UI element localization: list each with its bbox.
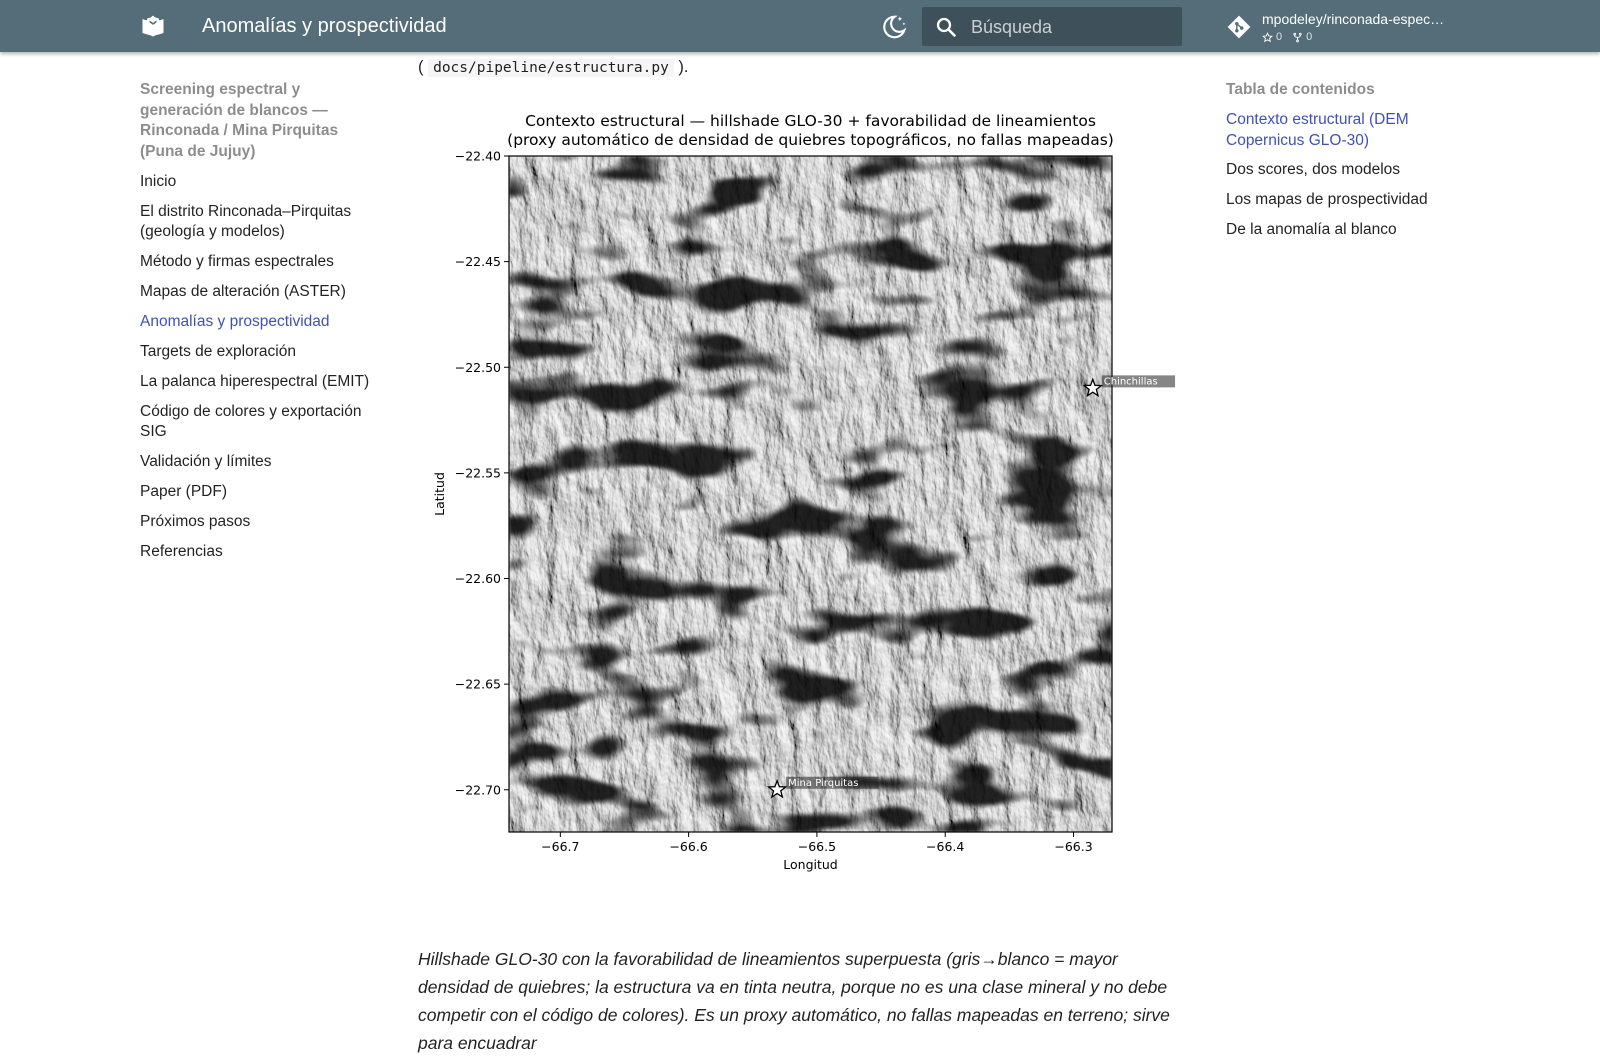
- nav-item-anomalias[interactable]: Anomalías y prospectividad: [140, 312, 380, 333]
- x-axis-label: Longitud: [783, 857, 837, 872]
- nav-list: Inicio El distrito Rinconada–Pirquitas (…: [140, 172, 380, 562]
- nav-item-codigo-colores[interactable]: Código de colores y exportación SIG: [140, 402, 380, 443]
- y-tick-label: −22.55: [455, 465, 501, 480]
- repo-facts: 0 0: [1262, 30, 1312, 44]
- site-label: Chinchillas: [1104, 376, 1158, 387]
- toc-item-contexto[interactable]: Contexto estructural (DEM Copernicus GLO…: [1226, 110, 1466, 151]
- star-icon: [1262, 31, 1273, 42]
- nav-item-mapas-alteracion[interactable]: Mapas de alteración (ASTER): [140, 282, 380, 303]
- y-tick-label: −22.50: [455, 360, 501, 375]
- code-prefix: (: [418, 58, 424, 76]
- table-of-contents: Tabla de contenidos Contexto estructural…: [1226, 80, 1466, 250]
- y-axis-label: Latitud: [432, 472, 447, 516]
- nav-item-validacion[interactable]: Validación y límites: [140, 452, 380, 473]
- toc-item-dos-scores[interactable]: Dos scores, dos modelos: [1226, 160, 1466, 181]
- repo-forks: 0: [1292, 30, 1312, 44]
- repo-stars: 0: [1262, 30, 1282, 44]
- repo-name: mpodeley/rinconada-espec…: [1262, 11, 1445, 27]
- nav-item-paper[interactable]: Paper (PDF): [140, 482, 380, 503]
- toc-item-mapas[interactable]: Los mapas de prospectividad: [1226, 190, 1466, 211]
- toc-list: Contexto estructural (DEM Copernicus GLO…: [1226, 110, 1466, 241]
- toc-title: Tabla de contenidos: [1226, 81, 1375, 98]
- nav-item-inicio[interactable]: Inicio: [140, 172, 380, 193]
- fork-icon: [1293, 32, 1302, 42]
- nav-item-distrito[interactable]: El distrito Rinconada–Pirquitas (geologí…: [140, 202, 380, 243]
- y-tick-label: −22.60: [455, 571, 501, 586]
- nav-site-title: Screening espectral y generación de blan…: [140, 81, 339, 160]
- code-suffix: ).: [678, 58, 689, 76]
- primary-navigation: Screening espectral y generación de blan…: [140, 80, 380, 572]
- chart-title: Contexto estructural — hillshade GLO-30 …: [525, 112, 1096, 130]
- header-bar: Anomalías y prospectividad Búsqueda mpod…: [0, 0, 1600, 52]
- toc-item-blanco[interactable]: De la anomalía al blanco: [1226, 220, 1466, 241]
- chart-subtitle: (proxy automático de densidad de quiebre…: [507, 131, 1114, 149]
- code-path: docs/pipeline/estructura.py: [428, 59, 674, 77]
- nav-item-referencias[interactable]: Referencias: [140, 542, 380, 563]
- nav-item-proximos[interactable]: Próximos pasos: [140, 512, 380, 533]
- git-icon: [1227, 15, 1251, 39]
- x-tick-label: −66.4: [926, 839, 964, 854]
- dark-mode-icon[interactable]: [880, 13, 908, 41]
- lineament-favorability: [509, 156, 1112, 832]
- code-reference: ( docs/pipeline/estructura.py ).: [418, 55, 688, 80]
- y-tick-label: −22.40: [455, 149, 501, 164]
- y-tick-label: −22.70: [455, 782, 501, 797]
- x-tick-label: −66.5: [798, 839, 836, 854]
- y-tick-label: −22.65: [455, 677, 501, 692]
- search-box[interactable]: Búsqueda: [922, 7, 1182, 46]
- repo-link[interactable]: mpodeley/rinconada-espec… 0 0: [1226, 8, 1486, 48]
- repo-forks-count: 0: [1306, 31, 1313, 43]
- search-input[interactable]: Búsqueda: [971, 16, 1052, 38]
- book-open-icon[interactable]: [139, 12, 167, 40]
- x-tick-label: −66.6: [669, 839, 707, 854]
- chart-svg: Contexto estructural — hillshade GLO-30 …: [432, 112, 1176, 872]
- nav-item-emit[interactable]: La palanca hiperespectral (EMIT): [140, 372, 380, 393]
- figure-caption: Hillshade GLO-30 con la favorabilidad de…: [418, 948, 1170, 1053]
- figure-structural-context: Contexto estructural — hillshade GLO-30 …: [418, 108, 1183, 888]
- nav-item-metodo[interactable]: Método y firmas espectrales: [140, 252, 380, 273]
- y-tick-label: −22.45: [455, 254, 501, 269]
- site-title: Anomalías y prospectividad: [202, 15, 447, 37]
- x-tick-label: −66.3: [1054, 839, 1092, 854]
- site-label: Mina Pirquitas: [788, 778, 858, 789]
- repo-stars-count: 0: [1276, 31, 1283, 43]
- nav-item-targets[interactable]: Targets de exploración: [140, 342, 380, 363]
- search-icon: [936, 17, 956, 37]
- x-tick-label: −66.7: [541, 839, 579, 854]
